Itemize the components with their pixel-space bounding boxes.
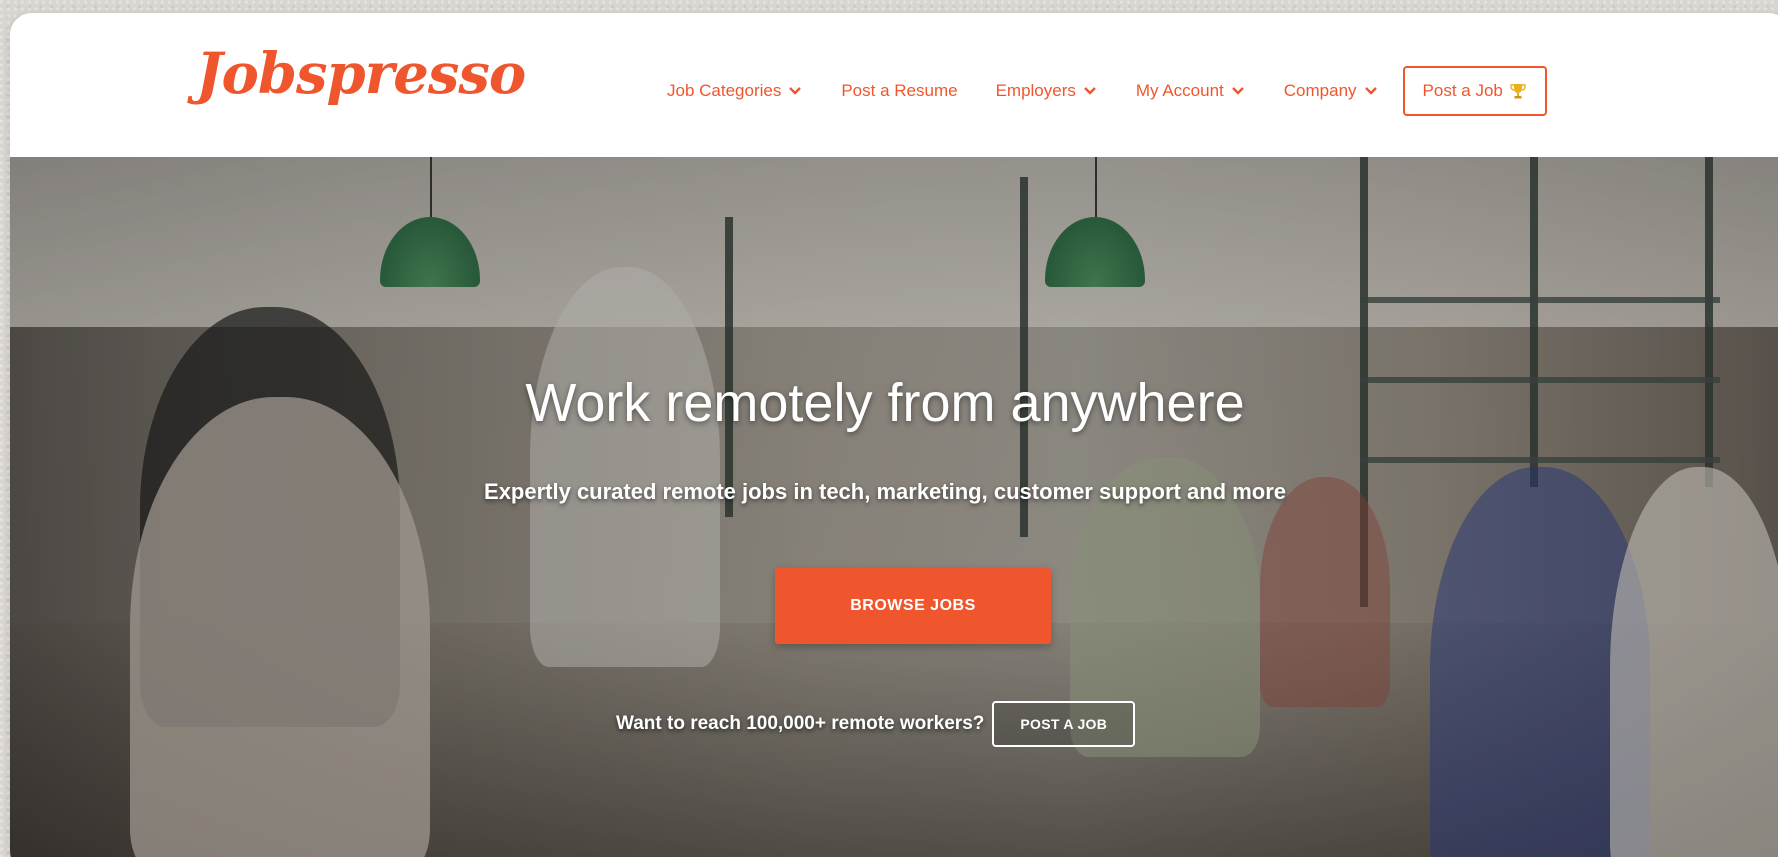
nav-my-account[interactable]: My Account bbox=[1136, 81, 1246, 101]
browse-jobs-button[interactable]: BROWSE JOBS bbox=[775, 568, 1051, 644]
trophy-icon bbox=[1510, 84, 1526, 99]
hero-subtitle: Expertly curated remote jobs in tech, ma… bbox=[484, 479, 1286, 504]
nav-label: Job Categories bbox=[667, 81, 782, 100]
main-nav: Job Categories Post a Resume Employers M… bbox=[667, 65, 1547, 117]
nav-post-resume[interactable]: Post a Resume bbox=[841, 81, 957, 101]
browser-frame: Jobspresso Job Categories Post a Resume … bbox=[10, 13, 1778, 857]
employer-cta: Want to reach 100,000+ remote workers? P… bbox=[616, 701, 1136, 747]
hero-dark-overlay bbox=[10, 157, 1778, 857]
chevron-down-icon bbox=[789, 87, 802, 95]
nav-job-categories[interactable]: Job Categories bbox=[667, 81, 803, 101]
hero-post-a-job-button[interactable]: POST A JOB bbox=[992, 701, 1136, 747]
nav-company[interactable]: Company bbox=[1284, 81, 1379, 101]
chevron-down-icon bbox=[1364, 87, 1377, 95]
post-a-job-label: Post a Job bbox=[1422, 81, 1503, 100]
nav-employers[interactable]: Employers bbox=[996, 81, 1098, 101]
chevron-down-icon bbox=[1231, 87, 1244, 95]
post-a-job-button[interactable]: Post a Job bbox=[1402, 66, 1547, 116]
nav-label: Company bbox=[1283, 81, 1357, 100]
hero-title: Work remotely from anywhere bbox=[525, 373, 1245, 433]
site-header: Jobspresso Job Categories Post a Resume … bbox=[10, 13, 1778, 157]
site-logo[interactable]: Jobspresso bbox=[196, 41, 526, 107]
chevron-down-icon bbox=[1084, 87, 1096, 95]
nav-label: My Account bbox=[1135, 81, 1224, 100]
hero-background-photo bbox=[10, 157, 1778, 857]
employer-cta-text: Want to reach 100,000+ remote workers? bbox=[616, 713, 985, 734]
nav-label: Post a Resume bbox=[841, 81, 958, 100]
nav-label: Employers bbox=[995, 81, 1076, 100]
hero-section: Work remotely from anywhere Expertly cur… bbox=[10, 157, 1778, 857]
